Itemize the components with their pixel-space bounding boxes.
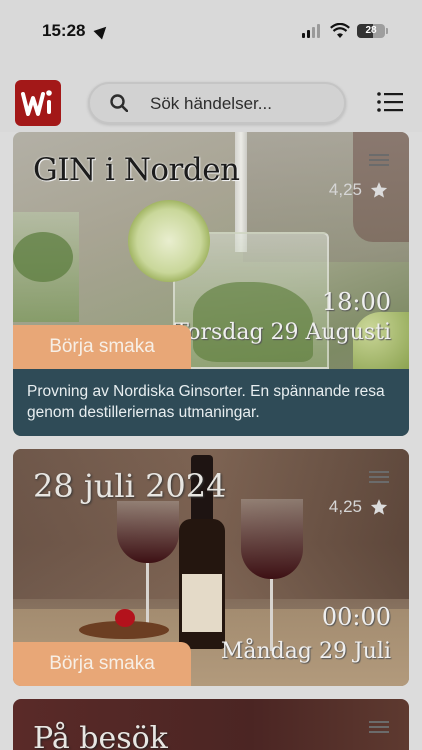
- event-card[interactable]: 28 juli 2024 4,25 00:00 Måndag 29 Juli B…: [13, 449, 409, 686]
- start-tasting-button[interactable]: Börja smaka: [13, 642, 191, 686]
- list-menu-icon[interactable]: [377, 92, 403, 112]
- logo-mark-icon: [21, 90, 52, 116]
- search-icon: [110, 94, 128, 112]
- event-title: På besök: [33, 721, 168, 750]
- battery-tip: [386, 28, 388, 34]
- rating-value: 4,25: [328, 180, 362, 199]
- wifi-icon: [330, 23, 350, 38]
- search-bar[interactable]: Sök händelser...: [88, 82, 346, 124]
- battery-icon: 28: [357, 24, 385, 38]
- card-menu-icon[interactable]: [369, 721, 389, 735]
- search-input[interactable]: Sök händelser...: [150, 94, 272, 114]
- rating-value: 4,25: [328, 497, 362, 516]
- event-description: Provning av Nordiska Ginsorter. En spänn…: [13, 369, 409, 436]
- start-tasting-button[interactable]: Börja smaka: [13, 325, 191, 369]
- event-time: 00:00: [321, 603, 391, 631]
- battery-level: 28: [365, 25, 377, 36]
- card-menu-icon[interactable]: [369, 471, 389, 485]
- star-icon: [370, 499, 388, 515]
- clock-time: 15:28: [42, 21, 86, 40]
- app-logo[interactable]: [15, 80, 61, 126]
- star-icon: [370, 182, 388, 198]
- cellular-signal-icon: [302, 24, 320, 38]
- event-card[interactable]: På besök: [13, 699, 409, 750]
- location-arrow-icon: [93, 22, 111, 40]
- event-title: 28 juli 2024: [33, 467, 227, 505]
- event-time: 18:00: [321, 288, 391, 316]
- app-header: Sök händelser...: [0, 60, 422, 132]
- card-menu-icon[interactable]: [369, 154, 389, 168]
- event-title: GIN i Norden: [33, 152, 240, 188]
- status-bar: 15:28 28: [0, 0, 422, 60]
- event-date: Måndag 29 Juli: [220, 639, 391, 664]
- event-date: Torsdag 29 Augusti: [174, 320, 391, 345]
- event-card[interactable]: GIN i Norden 4,25 18:00 Torsdag 29 Augus…: [13, 132, 409, 436]
- event-rating: 4,25: [329, 180, 388, 200]
- event-rating: 4,25: [329, 497, 388, 517]
